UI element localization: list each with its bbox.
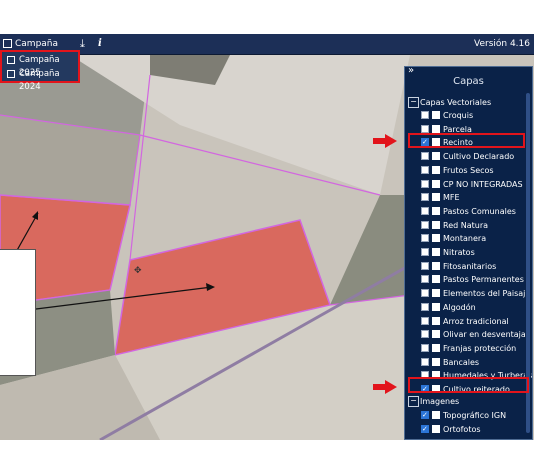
version-label: Versión 4.16 (474, 39, 530, 49)
checkbox-icon[interactable] (421, 261, 429, 270)
layer-label: Pastos Comunales (443, 206, 516, 216)
layer-style-icon (432, 248, 440, 256)
layer-style-icon (432, 357, 440, 366)
annotation-callout-box (0, 249, 36, 376)
layers-panel-header: » Capas (405, 65, 532, 91)
checkbox-icon[interactable] (421, 124, 429, 133)
checkbox-icon[interactable] (421, 206, 429, 215)
layer-label: Topográfico IGN (443, 411, 507, 420)
layer-label: Olivar en desventaja (443, 330, 526, 340)
checkbox-icon[interactable] (421, 152, 429, 161)
layer-label: Arroz tradicional (443, 316, 509, 326)
calendar-icon (7, 56, 15, 64)
top-toolbar: Campaña 2025 ⤓ i Versión 4.16 (0, 34, 534, 69)
calendar-icon (7, 70, 15, 78)
cursor-cross-icon: ✥ (134, 266, 142, 276)
layer-label: Pastos Permanentes (443, 275, 524, 285)
layer-style-icon (432, 220, 440, 229)
layer-label: MFE (443, 193, 460, 203)
layer-label: Elementos del Paisaje (443, 289, 531, 299)
layers-panel-title: Capas (453, 76, 484, 87)
checkbox-icon[interactable] (421, 179, 429, 188)
layer-label: CP NO INTEGRADAS (443, 179, 523, 189)
checkbox-icon[interactable] (421, 423, 429, 436)
layer-label: Montanera (443, 234, 487, 244)
layer-style-icon (432, 111, 440, 119)
layer-label: Algodón (443, 302, 476, 312)
group-label: Capas Vectoriales (420, 98, 492, 107)
layer-style-icon (432, 330, 440, 339)
layer-style-icon (432, 165, 440, 174)
layer-style-icon (432, 261, 440, 270)
layer-style-icon (432, 124, 440, 133)
checkbox-icon[interactable] (421, 330, 429, 339)
checkbox-icon[interactable] (421, 111, 429, 119)
checkbox-icon[interactable] (421, 275, 429, 284)
layer-style-icon (432, 411, 440, 419)
checkbox-icon[interactable] (421, 248, 429, 256)
layer-label: Ortofotos (443, 425, 481, 434)
layer-style-icon (432, 152, 440, 161)
info-icon[interactable]: i (98, 34, 102, 54)
layer-style-icon (432, 302, 440, 311)
layer-label: Fitosanitarios (443, 261, 497, 271)
campaign-dropdown: Campaña 2025 Campaña 2024 (0, 50, 80, 92)
layer-style-icon (432, 193, 440, 202)
checkbox-icon[interactable] (421, 289, 429, 298)
layer-label: Red Natura (443, 220, 489, 230)
layer-style-icon (432, 206, 440, 215)
layer-label: Croquis (443, 111, 474, 120)
layer-label: Frutos Secos (443, 165, 494, 175)
layer-label: Franjas protección (443, 343, 517, 353)
checkbox-icon[interactable] (421, 220, 429, 229)
checkbox-icon[interactable] (421, 409, 429, 422)
calendar-check-icon (3, 39, 12, 48)
layers-collapse-icon[interactable]: » (408, 65, 414, 76)
layer-style-icon (432, 316, 440, 325)
highlight-box-cultivo-reiterado (408, 377, 529, 393)
arrow-right-icon (373, 134, 397, 148)
group-label: Imagenes (420, 397, 460, 406)
layer-style-icon (432, 179, 440, 188)
collapse-minus-icon[interactable]: − (408, 97, 419, 108)
checkbox-icon[interactable] (421, 357, 429, 366)
layer-label: Bancales (443, 357, 480, 367)
layer-style-icon (432, 289, 440, 298)
checkbox-icon[interactable] (421, 193, 429, 202)
checkbox-icon[interactable] (421, 302, 429, 311)
campaign-option-label: Campaña 2024 (19, 69, 60, 92)
arrow-right-icon (373, 380, 397, 394)
layer-label: Nitratos (443, 248, 475, 257)
checkbox-icon[interactable] (421, 165, 429, 174)
layer-style-icon (432, 425, 440, 433)
download-icon[interactable]: ⤓ (80, 34, 85, 54)
layer-style-icon (432, 234, 440, 243)
layer-style-icon (432, 343, 440, 352)
checkbox-icon[interactable] (421, 343, 429, 352)
layer-style-icon (432, 275, 440, 284)
collapse-minus-icon[interactable]: − (408, 396, 419, 407)
checkbox-icon[interactable] (421, 316, 429, 325)
highlight-box-recinto (408, 133, 525, 148)
layer-label: Cultivo Declarado (443, 152, 515, 162)
checkbox-icon[interactable] (421, 234, 429, 243)
